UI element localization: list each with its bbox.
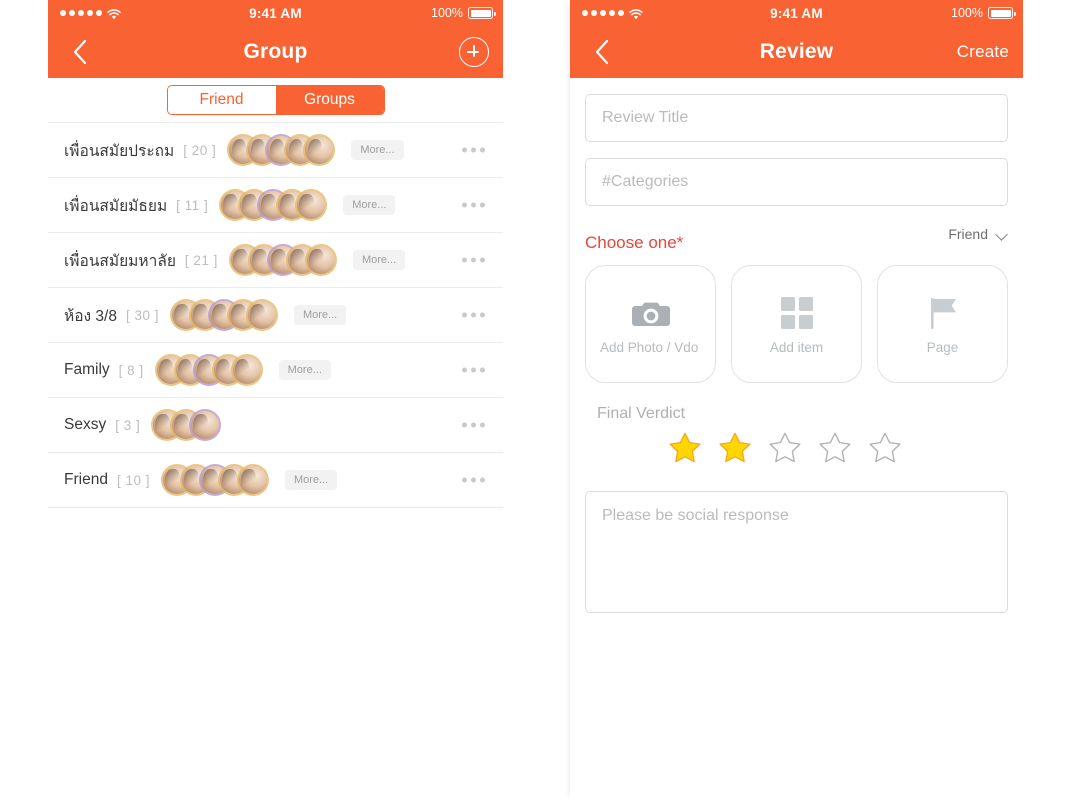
group-name: เพื่อนสมัยมัธยม	[64, 197, 168, 215]
add-photo-video-label: Add Photo / Vdo	[600, 339, 699, 355]
status-bar-right: 100%	[431, 0, 496, 26]
table-row[interactable]: เพื่อนสมัยมัธยม [ 11 ] More...	[48, 178, 503, 233]
choose-one-label: Choose one*	[585, 233, 684, 252]
avatar	[305, 136, 334, 164]
final-verdict-label: Final Verdict	[597, 405, 686, 422]
more-members-button[interactable]: More...	[278, 360, 331, 380]
member-count: [ 8 ]	[118, 362, 144, 378]
avatar-group[interactable]	[230, 246, 335, 274]
page-title: Review	[759, 40, 834, 63]
member-count: [ 11 ]	[176, 197, 209, 213]
avatar-group[interactable]	[221, 191, 326, 219]
star-rating[interactable]	[585, 431, 1008, 469]
member-count: [ 30 ]	[125, 307, 159, 323]
categories-input[interactable]	[585, 158, 1008, 206]
more-members-button[interactable]: More...	[343, 195, 396, 215]
add-item-card[interactable]: Add item	[731, 265, 862, 383]
page-title: Group	[243, 40, 308, 63]
flag-icon	[924, 292, 962, 334]
page-card[interactable]: Page	[877, 265, 1008, 383]
table-row[interactable]: เพื่อนสมัยมหาลัย [ 21 ] More...	[48, 233, 503, 288]
table-row[interactable]: Friend [ 10 ] More...	[48, 453, 503, 508]
group-name: Friend	[64, 471, 108, 488]
star-3-empty-icon[interactable]	[768, 431, 802, 469]
tab-bar: Friend Groups	[48, 78, 503, 122]
table-row[interactable]: Family [ 8 ] More...	[48, 343, 503, 398]
star-2-filled-icon[interactable]	[718, 431, 752, 469]
status-bar-review: 9:41 AM 100%	[570, 0, 1023, 26]
avatar-group[interactable]	[229, 136, 334, 164]
grid-icon	[780, 292, 814, 334]
avatar	[232, 356, 261, 384]
create-button-label: Create	[956, 42, 1009, 61]
audience-value: Friend	[948, 226, 988, 242]
navbar-group: Group	[48, 26, 503, 78]
table-row[interactable]: Sexsy [ 3 ]	[48, 398, 503, 453]
more-horizontal-icon[interactable]	[462, 367, 485, 373]
battery-percent-label: 100%	[951, 6, 983, 20]
member-count: [ 21 ]	[184, 252, 218, 268]
chevron-down-icon	[997, 229, 1008, 240]
group-screen: 9:41 AM 100% Group Friend Groups เพื่อนส…	[48, 0, 503, 800]
group-name: Sexsy	[64, 416, 107, 433]
plus-circle-icon[interactable]	[459, 37, 489, 67]
more-members-button[interactable]: More...	[293, 305, 347, 325]
more-members-button[interactable]: More...	[352, 250, 406, 270]
more-horizontal-icon[interactable]	[462, 147, 485, 153]
more-horizontal-icon[interactable]	[462, 202, 485, 208]
battery-full-icon	[468, 7, 496, 19]
table-row[interactable]: เพื่อนสมัยประถม [ 20 ] More...	[48, 123, 503, 178]
more-horizontal-icon[interactable]	[462, 422, 485, 428]
create-button[interactable]: Create	[957, 26, 1009, 78]
camera-icon	[630, 292, 672, 334]
battery-percent-label: 100%	[431, 6, 463, 20]
more-horizontal-icon[interactable]	[462, 312, 485, 318]
avatar-group[interactable]	[171, 301, 276, 329]
add-photo-video-card[interactable]: Add Photo / Vdo	[585, 265, 716, 383]
status-bar-group: 9:41 AM 100%	[48, 0, 503, 26]
member-count: [ 20 ]	[183, 142, 217, 158]
more-horizontal-icon[interactable]	[462, 477, 485, 483]
member-count: [ 3 ]	[115, 417, 141, 433]
attachment-cards: Add Photo / Vdo Add item Page	[585, 265, 1008, 383]
group-name: เพื่อนสมัยมหาลัย	[64, 252, 176, 270]
page-label: Page	[926, 339, 959, 355]
group-name: ห้อง 3/8	[64, 307, 117, 325]
choose-one-row: Choose one* Friend	[585, 226, 1008, 253]
avatar	[191, 411, 220, 439]
review-screen: 9:41 AM 100% Review Create Choose one*	[570, 0, 1023, 800]
status-bar-right: 100%	[951, 0, 1016, 26]
more-members-button[interactable]: More...	[284, 470, 338, 490]
tab-friend[interactable]: Friend	[167, 86, 276, 114]
dual-screen-mockup: 9:41 AM 100% Group Friend Groups เพื่อนส…	[0, 0, 1080, 800]
avatar-group[interactable]	[162, 466, 267, 494]
avatar	[297, 191, 326, 219]
avatar-group[interactable]	[153, 411, 220, 439]
segmented-control: Friend Groups	[166, 85, 385, 115]
battery-full-icon	[988, 7, 1016, 19]
group-name: Family	[64, 361, 110, 378]
more-horizontal-icon[interactable]	[462, 257, 485, 263]
star-5-empty-icon[interactable]	[868, 431, 902, 469]
avatar	[306, 246, 335, 274]
response-textarea[interactable]	[585, 491, 1008, 613]
audience-select[interactable]: Friend	[948, 226, 1008, 253]
avatar	[238, 466, 267, 494]
star-4-empty-icon[interactable]	[818, 431, 852, 469]
add-item-label: Add item	[769, 339, 824, 355]
more-members-button[interactable]: More...	[351, 140, 404, 160]
avatar-group[interactable]	[156, 356, 261, 384]
review-title-input[interactable]	[585, 94, 1008, 142]
review-form: Choose one* Friend Add Photo / Vdo	[570, 78, 1023, 613]
navbar-review: Review Create	[570, 26, 1023, 78]
avatar	[247, 301, 276, 329]
star-1-filled-icon[interactable]	[668, 431, 702, 469]
member-count: [ 10 ]	[116, 472, 150, 488]
tab-groups[interactable]: Groups	[275, 86, 384, 114]
add-group-button[interactable]	[459, 26, 489, 78]
group-list: เพื่อนสมัยประถม[ 20 ] More... เพื่อนสมัยมั…	[48, 122, 503, 508]
table-row[interactable]: ห้อง 3/8 [ 30 ] More...	[48, 288, 503, 343]
group-name: เพื่อนสมัยประถม	[64, 142, 175, 160]
